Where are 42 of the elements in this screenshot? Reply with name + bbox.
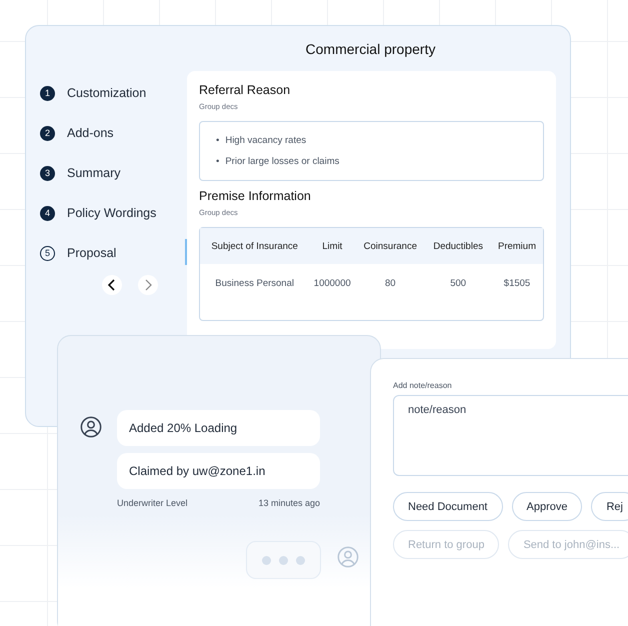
previous-button[interactable]: [102, 275, 122, 295]
user-icon: [80, 416, 102, 438]
step-number: 3: [40, 166, 55, 180]
column-header: Subject of Insurance: [200, 228, 310, 264]
step-item[interactable]: 3 Summary: [40, 162, 120, 184]
step-number: 5: [40, 246, 55, 260]
section-title: Premise Information: [199, 189, 312, 203]
step-number: 2: [40, 126, 55, 140]
reason-item: Prior large losses or claims: [225, 155, 340, 168]
table-cell: Business Personal: [200, 264, 310, 302]
step-item[interactable]: 5 Proposal: [40, 242, 116, 264]
window-title: Commercial property: [304, 41, 436, 57]
column-header: Coinsurance: [355, 228, 426, 264]
message-bubble: Claimed by uw@zone1.in: [117, 453, 320, 489]
user-icon: [337, 546, 359, 568]
action-button[interactable]: Need Document: [393, 492, 502, 521]
table-cell: 80: [355, 264, 426, 302]
action-button[interactable]: Approve: [512, 492, 582, 521]
table-cell: $1505: [491, 264, 543, 302]
chevron-left-icon: [107, 279, 117, 291]
list-bullet: •: [216, 134, 220, 147]
column-header: Deductibles: [425, 228, 491, 264]
user-role: Underwriter Level: [117, 498, 188, 508]
step-number: 4: [40, 206, 55, 220]
list-bullet: •: [216, 155, 220, 168]
table-cell: 1000000: [309, 264, 356, 302]
action-button[interactable]: Rej: [591, 492, 628, 521]
step-item[interactable]: 1 Customization: [40, 82, 146, 104]
table-cell: 500: [425, 264, 491, 302]
column-header: Premium: [491, 228, 543, 264]
chevron-right-icon: [143, 279, 153, 291]
step-item[interactable]: 2 Add-ons: [40, 122, 114, 144]
step-item[interactable]: 4 Policy Wordings: [40, 202, 156, 224]
message-bubble: Added 20% Loading: [117, 410, 320, 446]
message-time: 13 minutes ago: [258, 498, 320, 508]
section-title: Referral Reason: [199, 83, 292, 97]
note-field[interactable]: note/reason: [393, 395, 628, 476]
reason-item: High vacancy rates: [225, 134, 306, 147]
field-label: Add note/reason: [393, 381, 453, 390]
step-number: 1: [40, 86, 55, 100]
next-button[interactable]: [138, 275, 158, 295]
column-header: Limit: [309, 228, 356, 264]
